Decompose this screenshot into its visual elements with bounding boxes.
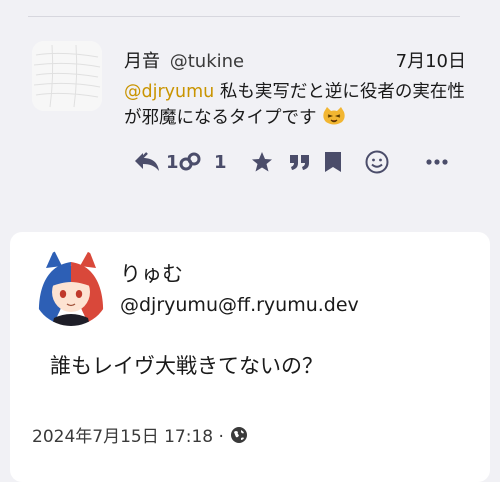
bookmark-icon <box>322 150 344 174</box>
post-author-handle[interactable]: @djryumu@ff.ryumu.dev <box>120 294 359 316</box>
post-text: 誰もレイヴ大戦きてないの？ <box>50 354 323 378</box>
quote-icon <box>288 150 312 174</box>
reply-date[interactable]: 7月10日 <box>396 47 466 73</box>
mention-link[interactable]: @djryumu <box>124 82 214 102</box>
reaction-button[interactable] <box>364 147 390 177</box>
bookmark-button[interactable] <box>322 147 344 177</box>
star-icon <box>250 150 274 174</box>
cat-face-emoji <box>322 106 346 126</box>
reply-author-name[interactable]: 月音 <box>124 51 160 72</box>
smiley-icon <box>364 149 390 175</box>
post-card: りゅむ @djryumu@ff.ryumu.dev 誰もレイヴ大戦きてないの？ … <box>10 232 490 482</box>
link-icon <box>178 150 202 174</box>
post-footer: 2024年7月15日 17:18 · <box>32 422 248 447</box>
post-timestamp[interactable]: 2024年7月15日 17:18 · <box>32 422 224 447</box>
post-author-name[interactable]: りゅむ <box>120 258 183 288</box>
renote-button[interactable]: 1 <box>178 147 227 177</box>
reply-actions: 1 1 <box>0 147 500 181</box>
reply-author-handle[interactable]: @tukine <box>170 51 244 72</box>
quote-button[interactable] <box>288 147 312 177</box>
reply-count: 1 <box>166 151 179 173</box>
reply-avatar[interactable] <box>32 41 102 111</box>
ellipsis-icon <box>426 158 448 166</box>
favorite-button[interactable] <box>250 147 274 177</box>
reply-note: 月音 @tukine 7月10日 @djryumu 私も実写だと逆に役者の実在性… <box>0 17 500 217</box>
reply-text: @djryumu 私も実写だと逆に役者の実在性が邪魔になるタイプです <box>124 79 470 131</box>
reply-header: 月音 @tukine 7月10日 <box>124 47 466 73</box>
post-avatar[interactable] <box>32 248 110 326</box>
reply-all-icon <box>134 151 164 173</box>
renote-count: 1 <box>214 151 227 173</box>
globe-icon <box>230 426 248 444</box>
reply-button[interactable]: 1 <box>134 147 179 177</box>
more-button[interactable] <box>426 147 448 177</box>
